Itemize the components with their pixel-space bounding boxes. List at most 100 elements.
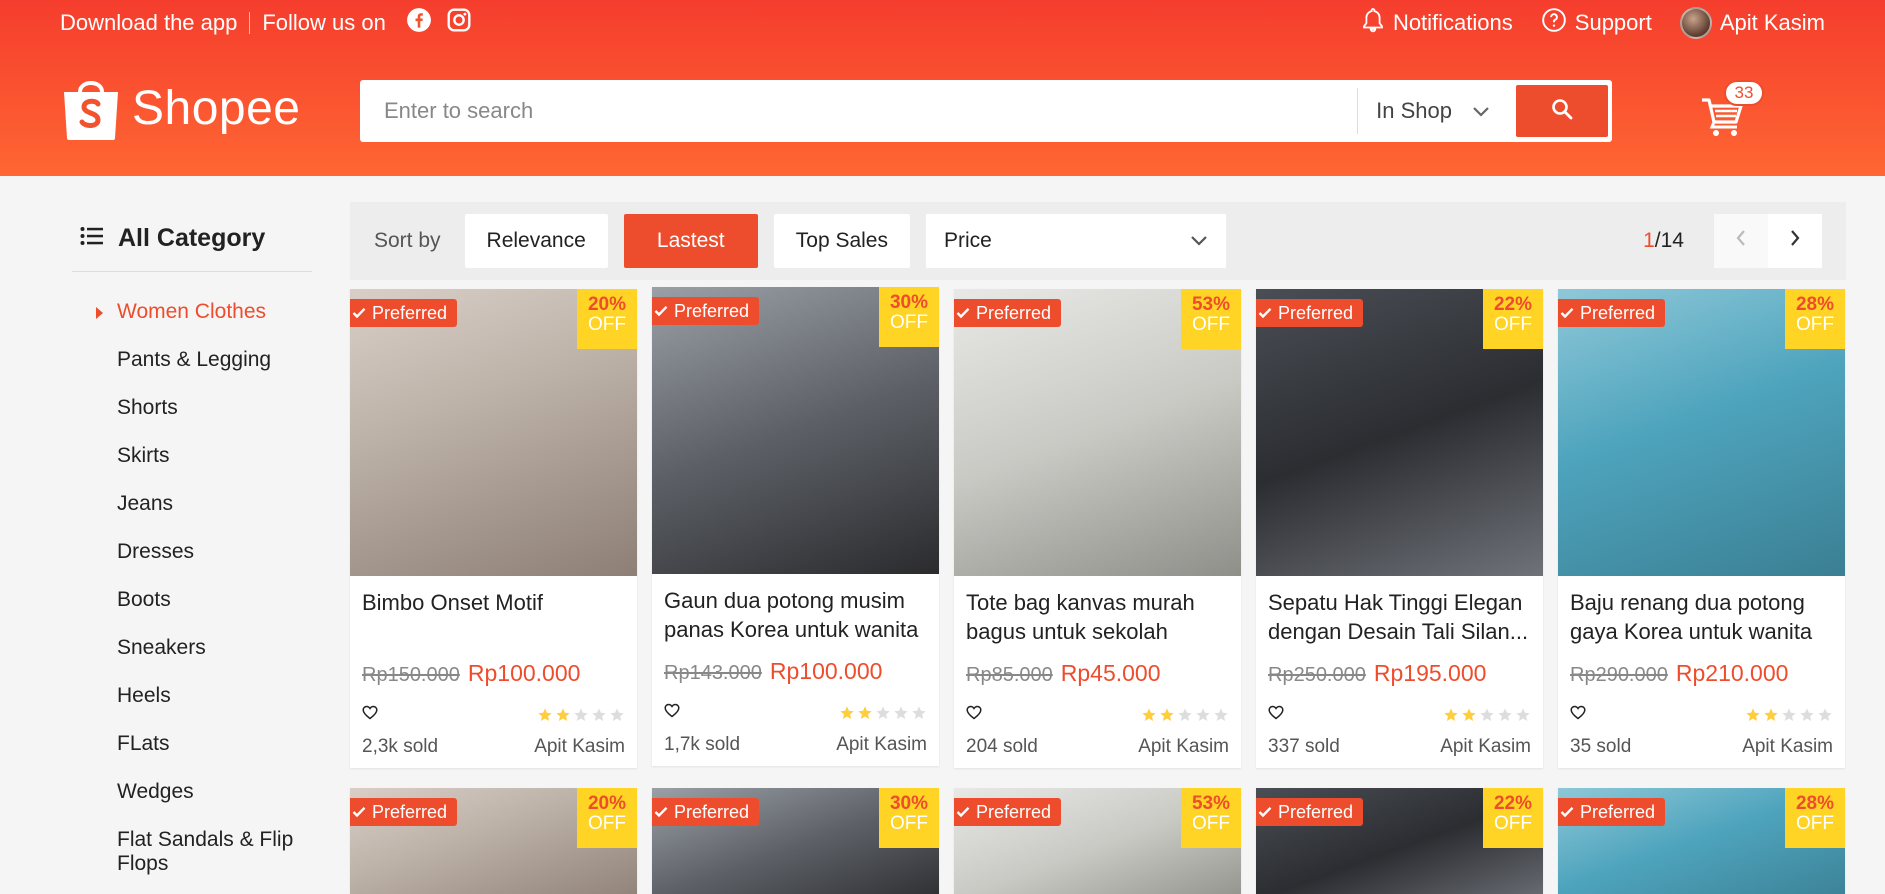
check-icon <box>352 303 366 324</box>
product-image[interactable]: Preferred 22% OFF <box>1256 289 1543 576</box>
preferred-label: Preferred <box>1278 302 1354 323</box>
product-name[interactable]: Gaun dua potong musim panas Korea untuk … <box>652 574 939 654</box>
sort-top-sales-button[interactable]: Top Sales <box>773 214 910 268</box>
product-image[interactable]: Preferred 53% OFF <box>954 289 1241 576</box>
discount-percent: 20% <box>587 793 627 814</box>
product-image[interactable]: Preferred 20% OFF <box>350 289 637 576</box>
shopee-logo[interactable]: Shopee <box>60 74 301 142</box>
category-list: Women Clothes Pants & Legging Shorts Ski… <box>72 300 312 876</box>
product-image[interactable]: Preferred 30% OFF <box>652 287 939 574</box>
sale-price: Rp45.000 <box>1060 660 1161 686</box>
discount-percent: 20% <box>587 294 627 315</box>
product-card[interactable]: Preferred 53% OFF Tote bag kanvas murah bag… <box>954 289 1241 768</box>
sort-price-dropdown[interactable]: Price <box>926 214 1226 268</box>
product-name[interactable]: Tote bag kanvas murah bagus untuk sekola… <box>954 576 1241 656</box>
discount-badge: 28% OFF <box>1785 788 1845 848</box>
sold-count: 204 sold <box>966 736 1038 757</box>
price-dropdown-label: Price <box>944 229 992 252</box>
heart-icon[interactable] <box>1268 705 1284 725</box>
preferred-badge: Preferred <box>1256 299 1364 327</box>
category-item-wedges[interactable]: Wedges <box>72 780 312 828</box>
category-item-pants-legging[interactable]: Pants & Legging <box>72 348 312 396</box>
star-rating <box>1745 707 1833 723</box>
prev-page-button[interactable] <box>1714 214 1768 268</box>
product-image[interactable]: Preferred 30% OFF <box>652 788 939 894</box>
product-card[interactable]: Preferred 30% OFF <box>652 788 939 894</box>
check-icon <box>654 301 668 322</box>
category-item-boots[interactable]: Boots <box>72 588 312 636</box>
search-input[interactable] <box>364 84 1358 138</box>
follow-us-label: Follow us on <box>262 10 386 35</box>
product-name[interactable]: Sepatu Hak Tinggi Elegan dengan Desain T… <box>1256 576 1543 656</box>
check-icon <box>1258 802 1272 823</box>
sort-latest-button[interactable]: Lastest <box>623 214 758 268</box>
user-menu[interactable]: Apit Kasim <box>1679 7 1825 39</box>
discount-badge: 53% OFF <box>1181 289 1241 349</box>
search-button[interactable] <box>1516 85 1608 137</box>
category-item-shorts[interactable]: Shorts <box>72 396 312 444</box>
category-item-heels[interactable]: Heels <box>72 684 312 732</box>
discount-off-label: OFF <box>890 312 928 333</box>
heart-icon[interactable] <box>362 705 378 725</box>
product-image[interactable]: Preferred 28% OFF <box>1558 788 1845 894</box>
list-icon <box>80 224 104 253</box>
product-card[interactable]: Preferred 22% OFF Sepatu Hak Tinggi Elegan … <box>1256 289 1543 768</box>
heart-icon[interactable] <box>1570 705 1586 725</box>
discount-badge: 30% OFF <box>879 287 939 347</box>
category-item-women-clothes[interactable]: Women Clothes <box>72 300 312 348</box>
facebook-icon[interactable] <box>406 7 432 39</box>
product-card[interactable]: Preferred 30% OFF Gaun dua potong musim pan… <box>652 287 939 766</box>
username: Apit Kasim <box>1719 10 1825 35</box>
product-card[interactable]: Preferred 53% OFF <box>954 788 1241 894</box>
search-scope-dropdown[interactable]: In Shop <box>1357 88 1516 134</box>
product-card[interactable]: Preferred 20% OFF Bimbo Onset Motif Rp150.00… <box>350 289 637 768</box>
sale-price: Rp100.000 <box>769 658 883 684</box>
discount-off-label: OFF <box>1494 314 1532 335</box>
category-item-jeans[interactable]: Jeans <box>72 492 312 540</box>
category-item-skirts[interactable]: Skirts <box>72 444 312 492</box>
product-name[interactable]: Bimbo Onset Motif <box>350 576 637 656</box>
discount-off-label: OFF <box>1494 813 1532 834</box>
sold-count: 337 sold <box>1268 736 1340 757</box>
product-image[interactable]: Preferred 22% OFF <box>1256 788 1543 894</box>
preferred-label: Preferred <box>674 801 750 822</box>
product-image[interactable]: Preferred 53% OFF <box>954 788 1241 894</box>
product-footer: 204 sold Apit Kasim <box>954 730 1241 768</box>
shopping-bag-logo-icon <box>60 74 122 142</box>
product-card[interactable]: Preferred 22% OFF <box>1256 788 1543 894</box>
sale-price: Rp195.000 <box>1373 660 1487 686</box>
original-price: Rp250.000 <box>1268 664 1366 686</box>
support-link[interactable]: Support <box>1541 7 1652 39</box>
page-total: /14 <box>1654 229 1684 252</box>
category-item-flat-sandals[interactable]: Flat Sandals & Flip Flops <box>72 828 312 876</box>
product-image[interactable]: Preferred 28% OFF <box>1558 289 1845 576</box>
search-icon <box>1550 97 1574 126</box>
discount-percent: 53% <box>1191 793 1231 814</box>
discount-percent: 30% <box>889 793 929 814</box>
product-prices: Rp250.000 Rp195.000 <box>1256 656 1543 700</box>
heart-icon[interactable] <box>664 703 680 723</box>
next-page-button[interactable] <box>1768 214 1822 268</box>
chevron-right-icon <box>1789 229 1801 253</box>
product-card[interactable]: Preferred 28% OFF <box>1558 788 1845 894</box>
instagram-icon[interactable] <box>446 7 472 39</box>
seller-name: Apit Kasim <box>534 736 625 757</box>
product-card[interactable]: Preferred 28% OFF Baju renang dua potong ga… <box>1558 289 1845 768</box>
product-prices: Rp150.000 Rp100.000 <box>350 656 637 700</box>
heart-icon[interactable] <box>966 705 982 725</box>
sort-relevance-button[interactable]: Relevance <box>464 214 608 268</box>
preferred-label: Preferred <box>1580 302 1656 323</box>
product-name[interactable]: Baju renang dua potong gaya Korea untuk … <box>1558 576 1845 656</box>
product-card[interactable]: Preferred 20% OFF <box>350 788 637 894</box>
product-image[interactable]: Preferred 20% OFF <box>350 788 637 894</box>
all-category-header[interactable]: All Category <box>72 220 312 272</box>
notifications-link[interactable]: Notifications <box>1361 7 1513 39</box>
preferred-label: Preferred <box>674 300 750 321</box>
category-item-sneakers[interactable]: Sneakers <box>72 636 312 684</box>
category-item-flats[interactable]: FLats <box>72 732 312 780</box>
category-item-dresses[interactable]: Dresses <box>72 540 312 588</box>
top-navbar: Download the app Follow us on Notificati… <box>60 7 1825 39</box>
download-app-link[interactable]: Download the app <box>60 10 237 36</box>
discount-badge: 30% OFF <box>879 788 939 848</box>
discount-percent: 30% <box>889 292 929 313</box>
